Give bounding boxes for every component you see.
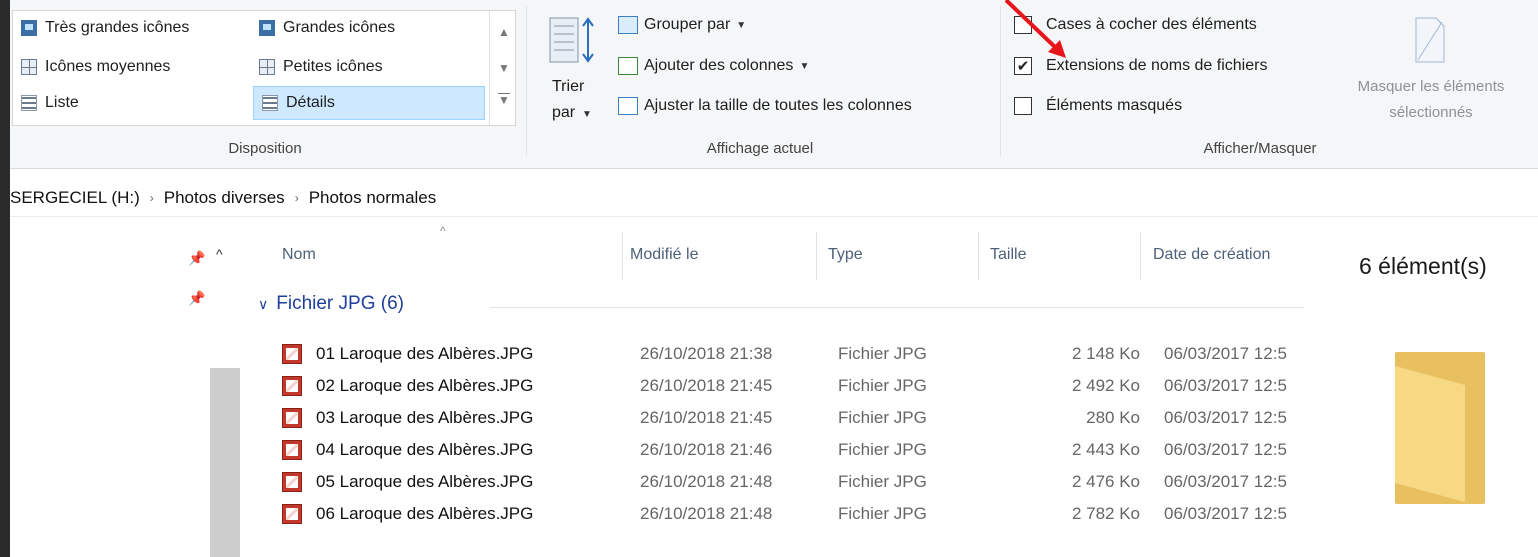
annotation-arrow-icon [1004, 0, 1066, 58]
group-label-disposition: Disposition [228, 140, 302, 157]
jpg-file-icon [282, 344, 302, 364]
file-size: 2 148 Ko [1071, 344, 1140, 363]
jpg-file-icon [282, 440, 302, 460]
file-modified: 26/10/2018 21:48 [640, 504, 773, 523]
file-name: 05 Laroque des Albères.JPG [316, 472, 534, 491]
folder-front [1395, 366, 1465, 502]
jpg-file-icon [282, 472, 302, 492]
pin-icon[interactable]: 📌 [188, 290, 205, 307]
file-name: 03 Laroque des Albères.JPG [316, 408, 534, 427]
column-header-name[interactable]: Nom [282, 246, 316, 264]
file-modified: 26/10/2018 21:38 [640, 344, 773, 363]
file-modified: 26/10/2018 21:48 [640, 472, 773, 491]
file-name: 01 Laroque des Albères.JPG [316, 344, 534, 363]
column-divider[interactable] [1140, 232, 1141, 280]
table-row[interactable]: 02 Laroque des Albères.JPG 26/10/2018 21… [250, 372, 1330, 402]
file-created: 06/03/2017 12:5 [1164, 440, 1287, 459]
table-row[interactable]: 04 Laroque des Albères.JPG 26/10/2018 21… [250, 436, 1330, 466]
jpg-file-icon [282, 408, 302, 428]
file-modified: 26/10/2018 21:46 [640, 440, 773, 459]
chevron-right-icon[interactable]: › [295, 191, 299, 205]
sort-ascending-icon: ^ [440, 224, 446, 238]
file-created: 06/03/2017 12:5 [1164, 408, 1287, 427]
divider [490, 307, 1304, 308]
folder-icon [1395, 352, 1485, 504]
file-type: Fichier JPG [838, 376, 927, 395]
file-group-label: Fichier JPG (6) [276, 293, 404, 314]
column-header-type[interactable]: Type [828, 246, 863, 264]
chevron-right-icon[interactable]: › [150, 191, 154, 205]
column-divider[interactable] [978, 232, 979, 280]
file-type: Fichier JPG [838, 344, 927, 363]
file-size: 2 476 Ko [1071, 472, 1140, 491]
file-name: 06 Laroque des Albères.JPG [316, 504, 534, 523]
divider [10, 216, 1538, 217]
file-type: Fichier JPG [838, 472, 927, 491]
file-name: 02 Laroque des Albères.JPG [316, 376, 534, 395]
group-label-current-view: Affichage actuel [706, 140, 814, 157]
nav-scroll-up-icon[interactable]: ^ [216, 246, 223, 262]
breadcrumb-item-current[interactable]: Photos normales [309, 188, 437, 208]
table-row[interactable]: 06 Laroque des Albères.JPG 26/10/2018 21… [250, 500, 1330, 530]
group-label-show-hide: Afficher/Masquer [1203, 140, 1317, 157]
file-created: 06/03/2017 12:5 [1164, 504, 1287, 523]
column-header-size[interactable]: Taille [990, 246, 1026, 264]
file-created: 06/03/2017 12:5 [1164, 344, 1287, 363]
file-name: 04 Laroque des Albères.JPG [316, 440, 534, 459]
file-modified: 26/10/2018 21:45 [640, 376, 773, 395]
item-count: 6 élément(s) [1359, 253, 1487, 279]
file-size: 2 782 Ko [1071, 504, 1140, 523]
jpg-file-icon [282, 504, 302, 524]
file-modified: 26/10/2018 21:45 [640, 408, 773, 427]
chevron-down-icon: ∨ [258, 295, 269, 312]
column-header-modified[interactable]: Modifié le [630, 246, 698, 264]
breadcrumb-item-drive[interactable]: SERGECIEL (H:) [10, 188, 140, 208]
column-divider[interactable] [816, 232, 817, 280]
table-row[interactable]: 03 Laroque des Albères.JPG 26/10/2018 21… [250, 404, 1330, 434]
nav-pane-scrollbar[interactable] [210, 368, 240, 557]
breadcrumb-item-folder[interactable]: Photos diverses [164, 188, 285, 208]
column-header-created[interactable]: Date de création [1153, 246, 1270, 264]
file-explorer-window: Très grandes icônes Grandes icônes Icône… [10, 0, 1538, 557]
breadcrumb: SERGECIEL (H:) › Photos diverses › Photo… [10, 183, 436, 213]
file-type: Fichier JPG [838, 408, 927, 427]
file-group-header[interactable]: ∨ Fichier JPG (6) [258, 293, 404, 315]
file-size: 2 492 Ko [1071, 376, 1140, 395]
pin-icon[interactable]: 📌 [188, 250, 205, 267]
table-row[interactable]: 01 Laroque des Albères.JPG 26/10/2018 21… [250, 340, 1330, 370]
file-size: 2 443 Ko [1071, 440, 1140, 459]
table-row[interactable]: 05 Laroque des Albères.JPG 26/10/2018 21… [250, 468, 1330, 498]
file-created: 06/03/2017 12:5 [1164, 376, 1287, 395]
file-type: Fichier JPG [838, 504, 927, 523]
file-size: 280 Ko [1086, 408, 1140, 427]
file-created: 06/03/2017 12:5 [1164, 472, 1287, 491]
file-type: Fichier JPG [838, 440, 927, 459]
jpg-file-icon [282, 376, 302, 396]
column-divider[interactable] [622, 232, 623, 280]
